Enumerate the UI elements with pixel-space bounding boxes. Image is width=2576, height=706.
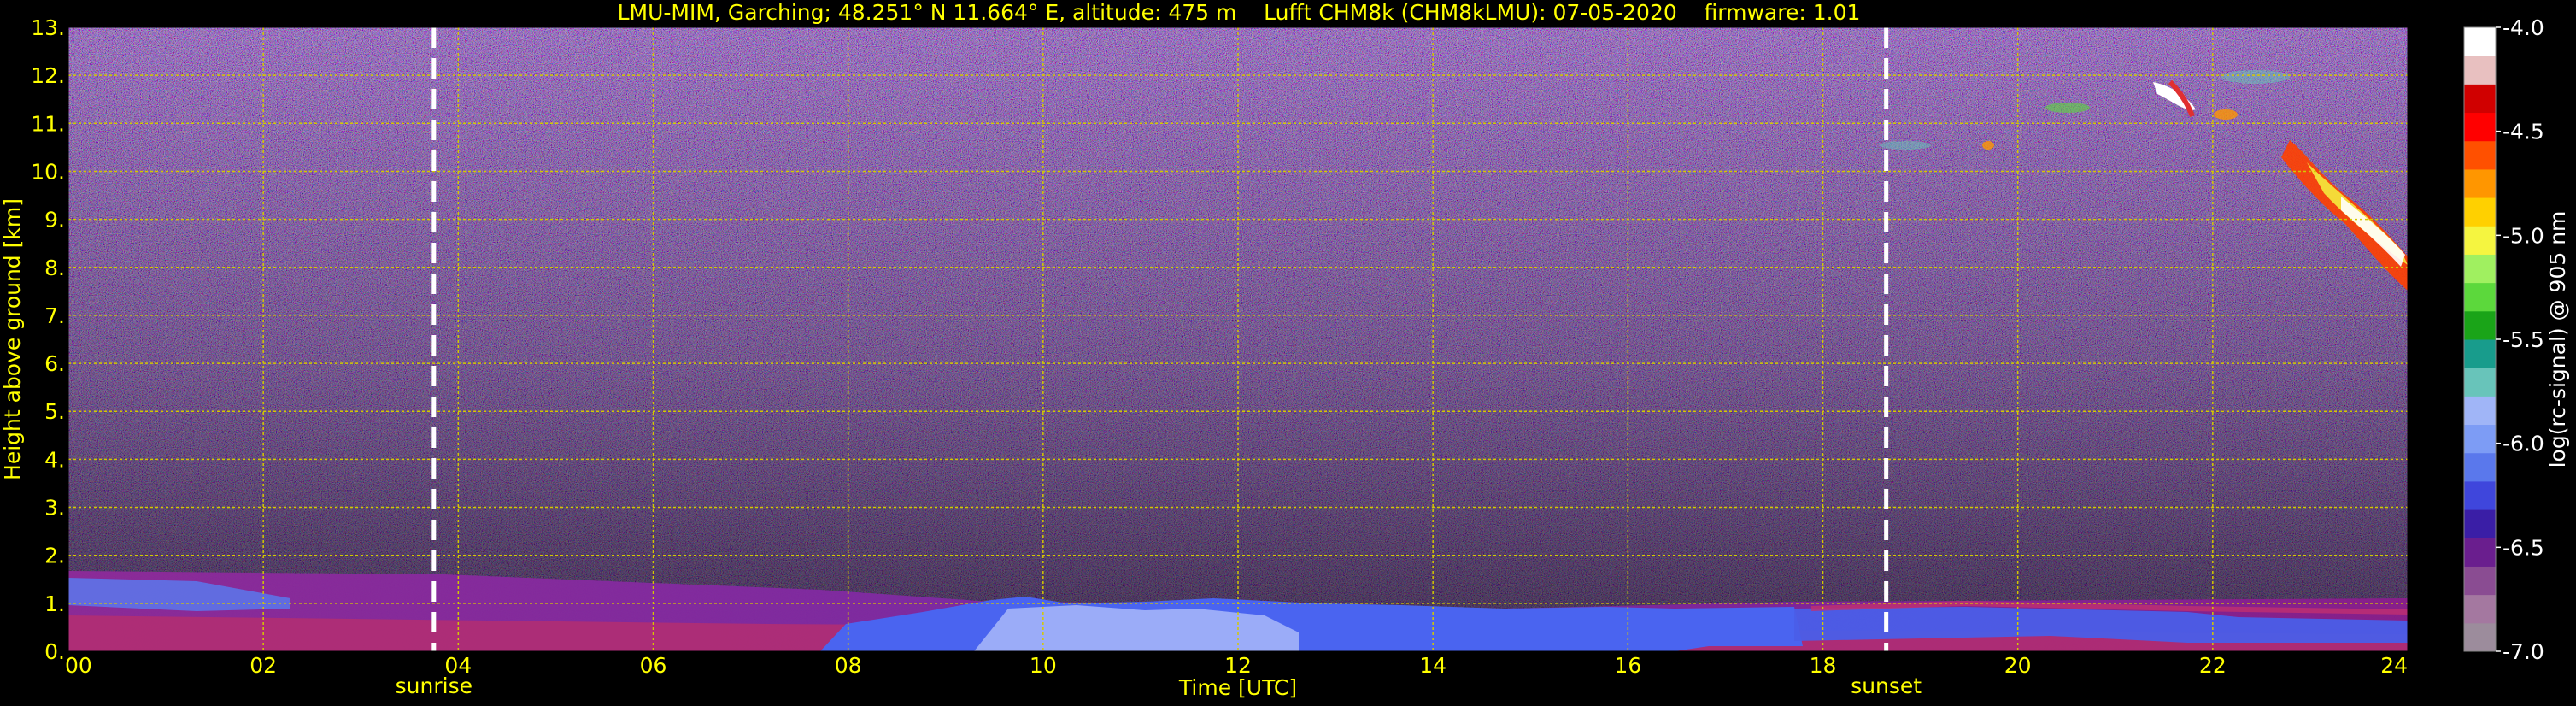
colorbar-swatch [2464, 197, 2496, 227]
y-axis-label: Height above ground [km] [0, 198, 25, 480]
colorbar-swatch [2464, 538, 2496, 567]
y-tick-labels: 0. 1. 2. 3. 4. 5. 6. 7. 8. 9. 10. 11. 12. 13. [31, 15, 65, 664]
colorbar-tick-label: -5.5 [2503, 327, 2544, 352]
colorbar-swatch [2464, 480, 2496, 510]
colorbar-swatch [2464, 140, 2496, 170]
x-tick-label: 24 [2380, 653, 2408, 678]
colorbar-label: log(rc-signal) @ 905 nm [2545, 211, 2570, 468]
y-tick-label: 8. [44, 256, 65, 280]
y-tick-label: 5. [44, 399, 65, 424]
colorbar-swatch [2464, 424, 2496, 454]
colorbar-tick-label: -6.0 [2503, 432, 2544, 456]
x-tick-label: 12 [1224, 653, 1252, 678]
y-tick-label: 3. [44, 496, 65, 521]
colorbar-swatch [2464, 226, 2496, 255]
y-tick-label: 1. [44, 591, 65, 616]
y-tick-label: 9. [44, 208, 65, 232]
x-axis-label: Time [UTC] [1178, 675, 1297, 700]
colorbar-swatch [2464, 168, 2496, 198]
colorbar: -4.0 -4.5 -5.0 -5.5 -6.0 -6.5 -7.0 log(rc-sign… [2463, 15, 2570, 664]
y-tick-label: 0. [44, 639, 65, 664]
y-tick-label: 7. [44, 303, 65, 328]
x-tick-label: 18 [1810, 653, 1837, 678]
colorbar-swatch [2464, 396, 2496, 426]
sun-marker-label: sunrise [396, 674, 472, 698]
colorbar-swatch [2464, 27, 2496, 56]
colorbar-swatch [2464, 509, 2496, 538]
sun-marker-label: sunset [1851, 674, 1922, 698]
y-tick-label: 10. [31, 159, 65, 184]
x-tick-label: 16 [1614, 653, 1641, 678]
x-tick-label: 08 [835, 653, 862, 678]
colorbar-swatch [2464, 112, 2496, 142]
colorbar-swatch [2464, 368, 2496, 397]
y-tick-label: 13. [31, 15, 65, 40]
y-tick-label: 12. [31, 63, 65, 88]
colorbar-swatch [2464, 594, 2496, 624]
colorbar-swatch [2464, 622, 2496, 652]
colorbar-swatch [2464, 56, 2496, 85]
x-tick-label: 20 [2004, 653, 2032, 678]
colorbar-swatch [2464, 452, 2496, 482]
colorbar-swatch [2464, 566, 2496, 596]
colorbar-tick-label: -6.5 [2503, 535, 2544, 560]
colorbar-swatches [2464, 27, 2496, 652]
colorbar-swatch [2464, 282, 2496, 312]
x-tick-label: 22 [2199, 653, 2227, 678]
y-tick-label: 6. [44, 351, 65, 376]
colorbar-tick-label: -5.0 [2503, 223, 2544, 248]
cirrus-wisp-6 [1880, 141, 1931, 150]
y-tick-label: 11. [31, 111, 65, 136]
x-tick-label: 02 [249, 653, 277, 678]
colorbar-swatch [2464, 254, 2496, 284]
colorbar-swatch [2464, 339, 2496, 368]
x-tick-label: 00 [65, 653, 92, 678]
x-tick-label: 10 [1030, 653, 1057, 678]
x-tick-label: 06 [640, 653, 667, 678]
plot-area [67, 26, 2409, 652]
x-tick-label: 14 [1419, 653, 1446, 678]
chart-title: LMU-MIM, Garching; 48.251° N 11.664° E, … [618, 0, 1861, 25]
colorbar-tick-label: -7.0 [2503, 639, 2544, 664]
ceilometer-chart: LMU-MIM, Garching; 48.251° N 11.664° E, … [0, 0, 2570, 700]
colorbar-tick-label: -4.5 [2503, 120, 2544, 144]
colorbar-swatch [2464, 310, 2496, 340]
y-tick-label: 2. [44, 544, 65, 568]
cirrus-wisp-4 [2045, 103, 2090, 113]
colorbar-tick-label: -4.0 [2503, 15, 2544, 40]
y-tick-label: 4. [44, 447, 65, 472]
cirrus-wisp-7 [1982, 141, 1994, 150]
cirrus-wisp-3 [2214, 109, 2238, 120]
colorbar-swatch [2464, 84, 2496, 114]
cirrus-wisp-5 [2221, 70, 2290, 84]
colorbar-tick-labels: -4.0 -4.5 -5.0 -5.5 -6.0 -6.5 -7.0 [2496, 15, 2544, 664]
